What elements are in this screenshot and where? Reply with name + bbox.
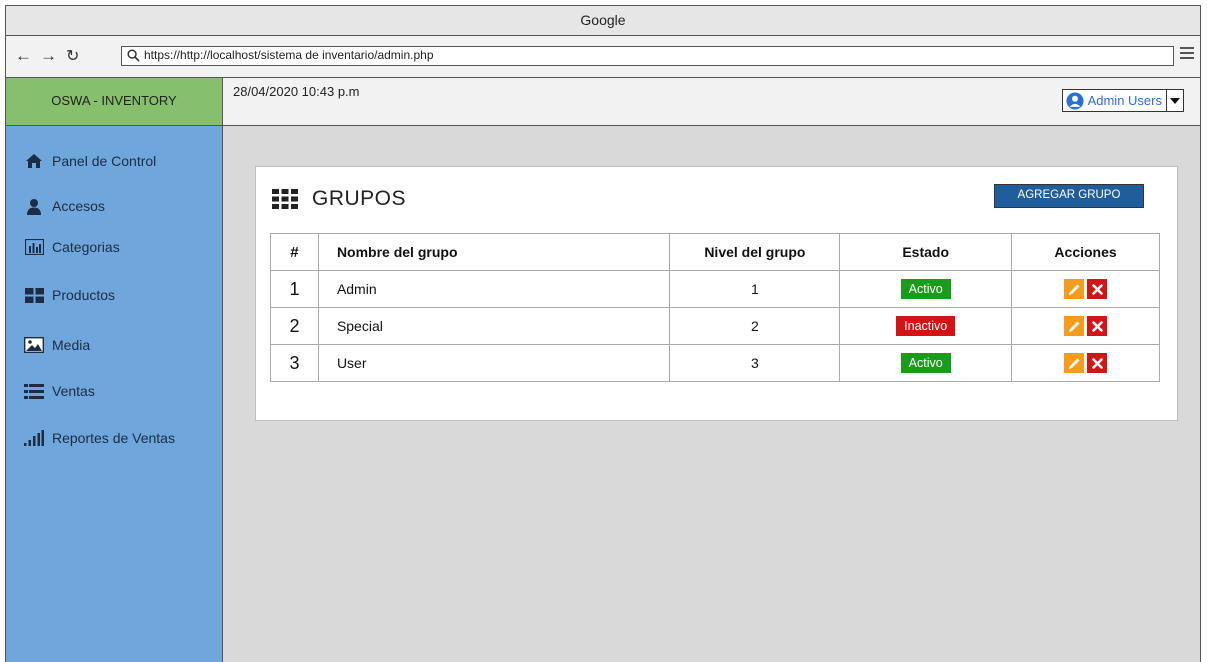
list-icon (24, 382, 44, 400)
pencil-icon (1068, 284, 1080, 295)
browser-nav-bar: ← → ↻ https://http://localhost/sistema d… (6, 36, 1200, 78)
sidebar-item-label: Panel de Control (52, 153, 157, 169)
search-icon (127, 49, 140, 62)
sidebar-item-media[interactable]: Media (24, 336, 90, 354)
groups-table: # Nombre del grupo Nivel del grupo Estad… (270, 233, 1160, 382)
row-number: 2 (270, 307, 319, 345)
sidebar-item-accesos[interactable]: Accesos (24, 197, 105, 215)
group-level: 2 (669, 307, 841, 345)
pencil-icon (1068, 358, 1080, 369)
url-text: https://http://localhost/sistema de inve… (144, 48, 434, 62)
status-badge: Inactivo (896, 316, 956, 336)
group-name: Admin (317, 270, 671, 308)
table-row: 3 User 3 Activo (270, 344, 1160, 382)
user-menu-dropdown[interactable]: Admin Users (1061, 89, 1184, 112)
user-menu-label: Admin Users (1087, 93, 1162, 108)
close-icon (1091, 283, 1103, 295)
edit-button[interactable] (1064, 316, 1085, 336)
address-bar[interactable]: https://http://localhost/sistema de inve… (121, 46, 1174, 66)
bar-chart-icon (24, 238, 44, 256)
table-header-row: # Nombre del grupo Nivel del grupo Estad… (270, 233, 1160, 271)
status-badge: Activo (900, 279, 951, 299)
sidebar-item-label: Media (52, 337, 91, 353)
sidebar-item-reportes-de-ventas[interactable]: Reportes de Ventas (24, 429, 175, 447)
group-level: 1 (669, 270, 841, 308)
hamburger-menu-icon[interactable] (1180, 47, 1194, 62)
pencil-icon (1068, 321, 1080, 332)
table-row: 2 Special 2 Inactivo (270, 307, 1160, 345)
group-level: 3 (669, 344, 841, 382)
back-arrow-icon[interactable]: ← (15, 44, 32, 68)
groups-panel: GRUPOS AGREGAR GRUPO # Nombre del grupo … (255, 166, 1178, 421)
datetime-label: 28/04/2020 10:43 p.m (233, 84, 360, 99)
grid-icon (272, 189, 298, 209)
column-header-status: Estado (839, 233, 1013, 271)
group-name: Special (317, 307, 671, 345)
brand-label: OSWA - INVENTORY (51, 93, 177, 108)
actions-cell (1011, 344, 1160, 382)
forward-arrow-icon[interactable]: → (40, 44, 57, 68)
delete-button[interactable] (1087, 279, 1108, 299)
panel-header: GRUPOS (272, 187, 406, 211)
home-icon (24, 152, 44, 170)
status-cell: Activo (839, 270, 1013, 308)
sidebar-item-label: Productos (52, 287, 116, 303)
user-avatar-icon (1066, 91, 1084, 110)
column-header-level: Nivel del grupo (669, 233, 841, 271)
group-name: User (317, 344, 671, 382)
status-cell: Activo (839, 344, 1013, 382)
user-menu-label-wrap[interactable]: Admin Users (1063, 90, 1167, 111)
table-row: 1 Admin 1 Activo (270, 270, 1160, 308)
sidebar: Panel de Control Accesos Categorias Prod… (6, 126, 223, 662)
app-brand[interactable]: OSWA - INVENTORY (6, 78, 223, 126)
actions-cell (1011, 270, 1160, 308)
sidebar-item-label: Reportes de Ventas (52, 430, 175, 446)
row-number: 3 (270, 344, 319, 382)
sidebar-item-productos[interactable]: Productos (24, 286, 115, 304)
column-header-actions: Acciones (1011, 233, 1160, 271)
status-cell: Inactivo (839, 307, 1013, 345)
user-icon (24, 197, 44, 215)
edit-button[interactable] (1064, 279, 1085, 299)
grid-icon (24, 286, 44, 304)
browser-window: Google ← → ↻ https://http://localhost/si… (5, 5, 1201, 662)
browser-title: Google (580, 12, 626, 28)
sidebar-item-panel-de-control[interactable]: Panel de Control (24, 152, 156, 170)
sidebar-item-ventas[interactable]: Ventas (24, 382, 95, 400)
signal-icon (24, 429, 44, 447)
row-number: 1 (270, 270, 319, 308)
page-title: GRUPOS (312, 187, 407, 210)
delete-button[interactable] (1087, 316, 1108, 336)
reload-icon[interactable]: ↻ (66, 45, 79, 69)
add-group-button[interactable]: AGREGAR GRUPO (994, 184, 1144, 208)
sidebar-item-label: Categorias (52, 239, 120, 255)
browser-title-bar: Google (6, 6, 1200, 36)
status-badge: Activo (900, 353, 951, 373)
close-icon (1091, 320, 1103, 332)
column-header-name: Nombre del grupo (317, 233, 671, 271)
app-header: 28/04/2020 10:43 p.m Admin Users (223, 78, 1200, 126)
image-icon (24, 336, 44, 354)
chevron-down-icon[interactable] (1167, 97, 1183, 104)
sidebar-item-label: Ventas (52, 383, 95, 399)
edit-button[interactable] (1064, 353, 1085, 373)
delete-button[interactable] (1087, 353, 1108, 373)
close-icon (1091, 357, 1103, 369)
sidebar-item-label: Accesos (52, 198, 105, 214)
column-header-number: # (270, 233, 319, 271)
actions-cell (1011, 307, 1160, 345)
sidebar-item-categorias[interactable]: Categorias (24, 238, 120, 256)
